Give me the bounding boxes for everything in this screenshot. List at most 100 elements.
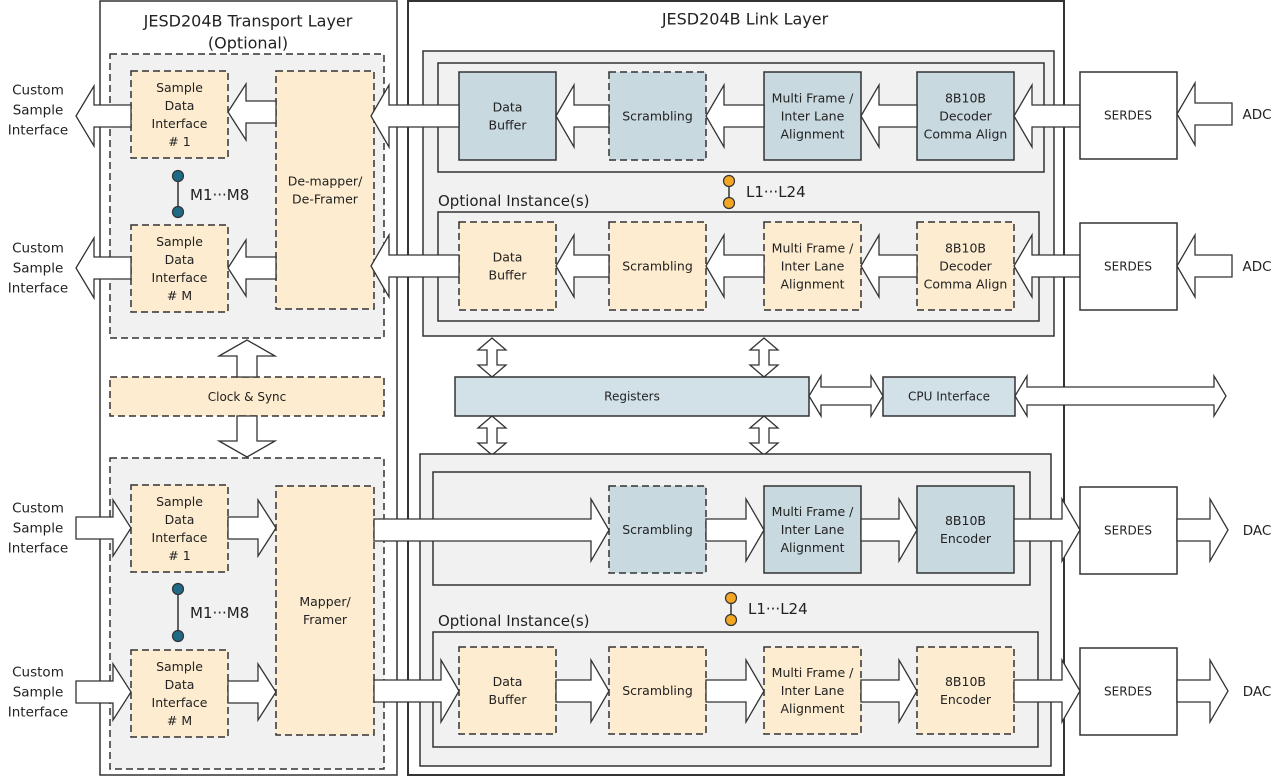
rx-optional-decoder-block-label-line: Comma Align <box>924 277 1008 292</box>
rx-sample-data-interface-m-label-line: Data <box>165 252 195 267</box>
rx-primary-alignment-block-label-line: Alignment <box>780 127 844 142</box>
rx-optional-scrambling-block-label: Scrambling <box>622 259 693 274</box>
rx-optional-alignment-block-label: Multi Frame / Inter Lane Alignment <box>772 241 854 292</box>
rx-custom-sample-interface-m: Custom Sample Interface <box>8 241 68 297</box>
tx-optional-scrambling-block-label: Scrambling <box>622 683 693 698</box>
rx-sample-data-interface-1-label-line: Sample <box>156 80 203 95</box>
tx-sample-data-interface-1-label-line: Interface <box>152 530 208 545</box>
tx-custom-sample-interface-1-line: Custom <box>12 501 64 517</box>
tx-sample-data-interface-m-label-line: Interface <box>152 695 208 710</box>
rx-custom-sample-interface-m-line: Sample <box>13 261 64 277</box>
link-layer-title: JESD204B Link Layer <box>661 10 829 29</box>
tx-optional-serdes-to-dac-arrow <box>1176 657 1229 725</box>
rx-optional-alignment-block-label-line: Multi Frame / <box>772 241 854 256</box>
tx-optional-scrambling-block-label-line: Scrambling <box>622 683 693 698</box>
tx-optional-instances-label: Optional Instance(s) <box>438 612 590 630</box>
rx-primary-alignment-block-label-line: Inter Lane <box>781 109 845 124</box>
rx-m-range-label: M1···M8 <box>190 186 249 204</box>
tx-optional-encoder-block-label-line: Encoder <box>940 692 992 707</box>
rx-primary-alignment-block-label-line: Multi Frame / <box>772 91 854 106</box>
rx-primary-data-buffer-block-label-line: Buffer <box>489 118 528 133</box>
rx-custom-sample-interface-1-line: Custom <box>12 83 64 99</box>
rx-sample-data-interface-m-label-line: Sample <box>156 234 203 249</box>
tx-optional-alignment-block-label-line: Alignment <box>780 701 844 716</box>
rx-sample-data-interface-1-label-line: Data <box>165 98 195 113</box>
clock-sync-block-label-line: Clock & Sync <box>208 390 287 404</box>
tx-m-range-label: M1···M8 <box>190 604 249 622</box>
rx-sample-data-interface-1-label-line: Interface <box>152 116 208 131</box>
tx-optional-data-buffer-block-label-line: Buffer <box>489 692 528 707</box>
clock-sync-block-label: Clock & Sync <box>208 390 287 404</box>
rx-primary-scrambling-block-label-line: Scrambling <box>622 109 693 124</box>
rx-lane-range-label: L1···L24 <box>746 183 806 201</box>
transport-layer-subtitle-line: (Optional) <box>208 34 288 53</box>
rx-primary-serdes-label: SERDES <box>1104 109 1152 123</box>
rx-m-range-dot-top <box>171 169 185 183</box>
rx-optional-data-buffer-block <box>458 221 557 311</box>
rx-custom-sample-interface-m-line: Interface <box>8 281 68 297</box>
rx-custom-sample-interface-1: Custom Sample Interface <box>8 83 68 139</box>
transport-layer-title-line: JESD204B Transport Layer <box>143 12 353 31</box>
rx-sample-data-interface-1-label-line: # 1 <box>168 134 190 149</box>
tx-sample-data-interface-m-label-line: Data <box>165 677 195 692</box>
tx-optional-encoder-block-label-line: 8B10B <box>945 674 986 689</box>
rx-optional-alignment-block-label-line: Inter Lane <box>781 259 845 274</box>
tx-primary-scrambling-block-label-line: Scrambling <box>622 522 693 537</box>
tx-primary-encoder-block <box>916 485 1015 574</box>
demapper-deframer-block-label-line: De-Framer <box>292 192 359 207</box>
mapper-framer-block <box>275 485 375 736</box>
rx-custom-sample-interface-m-line: Custom <box>12 241 64 257</box>
tx-sample-data-interface-m-label-line: Sample <box>156 659 203 674</box>
rx-lane-range-dot-bottom <box>722 196 736 210</box>
tx-optional-serdes-label-line: SERDES <box>1104 685 1152 699</box>
rx-optional-scrambling-block-label-line: Scrambling <box>622 259 693 274</box>
cpu-interface-label-line: CPU Interface <box>908 390 990 404</box>
rx-optional-decoder-block-label-line: 8B10B <box>945 241 986 256</box>
tx-optional-alignment-block-label-line: Inter Lane <box>781 683 845 698</box>
rx-primary-decoder-block-label-line: Comma Align <box>924 127 1008 142</box>
rx-primary-adc-to-serdes-arrow <box>1176 80 1233 148</box>
rx-sample-data-interface-m-label-line: Interface <box>152 270 208 285</box>
rx-optional-adc-to-serdes-arrow <box>1176 232 1233 300</box>
transport-layer-subtitle: (Optional) <box>208 34 288 53</box>
tx-primary-serdes-to-dac-arrow <box>1176 496 1229 564</box>
rx-optional-serdes-label-line: SERDES <box>1104 260 1152 274</box>
tx-sample-data-interface-1-label-line: Sample <box>156 494 203 509</box>
tx-custom-sample-interface-1: Custom Sample Interface <box>8 501 68 557</box>
rx-optional-serdes-label: SERDES <box>1104 260 1152 274</box>
tx-custom-sample-interface-1-line: Sample <box>13 521 64 537</box>
tx-optional-alignment-block-label: Multi Frame / Inter Lane Alignment <box>772 665 854 716</box>
rx-primary-adc-label: ADC <box>1242 107 1271 123</box>
tx-optional-data-buffer-block-label-line: Data <box>493 674 523 689</box>
tx-primary-serdes-label: SERDES <box>1104 524 1152 538</box>
tx-optional-data-buffer-block <box>458 646 557 735</box>
tx-sample-data-interface-1-label-line: Data <box>165 512 195 527</box>
jesd204b-block-diagram: JESD204B Transport Layer (Optional) JESD20… <box>8 0 1272 776</box>
tx-optional-dac-label: DAC <box>1243 684 1272 700</box>
rx-primary-decoder-block-label-line: 8B10B <box>945 91 986 106</box>
rx-m-range-dot-bottom <box>171 205 185 219</box>
registers-label-line: Registers <box>604 390 660 404</box>
tx-primary-dac-label: DAC <box>1243 523 1272 539</box>
tx-primary-scrambling-block-label: Scrambling <box>622 522 693 537</box>
tx-optional-encoder-block <box>916 646 1015 735</box>
tx-primary-alignment-block-label-line: Inter Lane <box>781 522 845 537</box>
demapper-deframer-block <box>275 70 375 310</box>
rx-primary-alignment-block-label: Multi Frame / Inter Lane Alignment <box>772 91 854 142</box>
tx-primary-encoder-block-label-line: Encoder <box>940 531 992 546</box>
mapper-framer-block-label-line: Mapper/ <box>299 594 351 609</box>
rx-primary-decoder-block-label-line: Decoder <box>939 109 992 124</box>
cpu-interface-label: CPU Interface <box>908 390 990 404</box>
rx-primary-scrambling-block-label: Scrambling <box>622 109 693 124</box>
rx-primary-data-buffer-block-label-line: Data <box>493 100 523 115</box>
tx-custom-sample-interface-m: Custom Sample Interface <box>8 665 68 721</box>
link-layer-title-line: JESD204B Link Layer <box>661 10 829 29</box>
tx-lane-range-dot-top <box>724 591 738 605</box>
transport-layer-title: JESD204B Transport Layer <box>143 12 353 31</box>
rx-optional-data-buffer-block-label-line: Data <box>493 250 523 265</box>
tx-custom-sample-interface-m-line: Interface <box>8 705 68 721</box>
rx-optional-instances-label: Optional Instance(s) <box>438 192 590 210</box>
rx-optional-decoder-block-label-line: Decoder <box>939 259 992 274</box>
tx-primary-alignment-block-label-line: Alignment <box>780 540 844 555</box>
tx-primary-serdes-label-line: SERDES <box>1104 524 1152 538</box>
